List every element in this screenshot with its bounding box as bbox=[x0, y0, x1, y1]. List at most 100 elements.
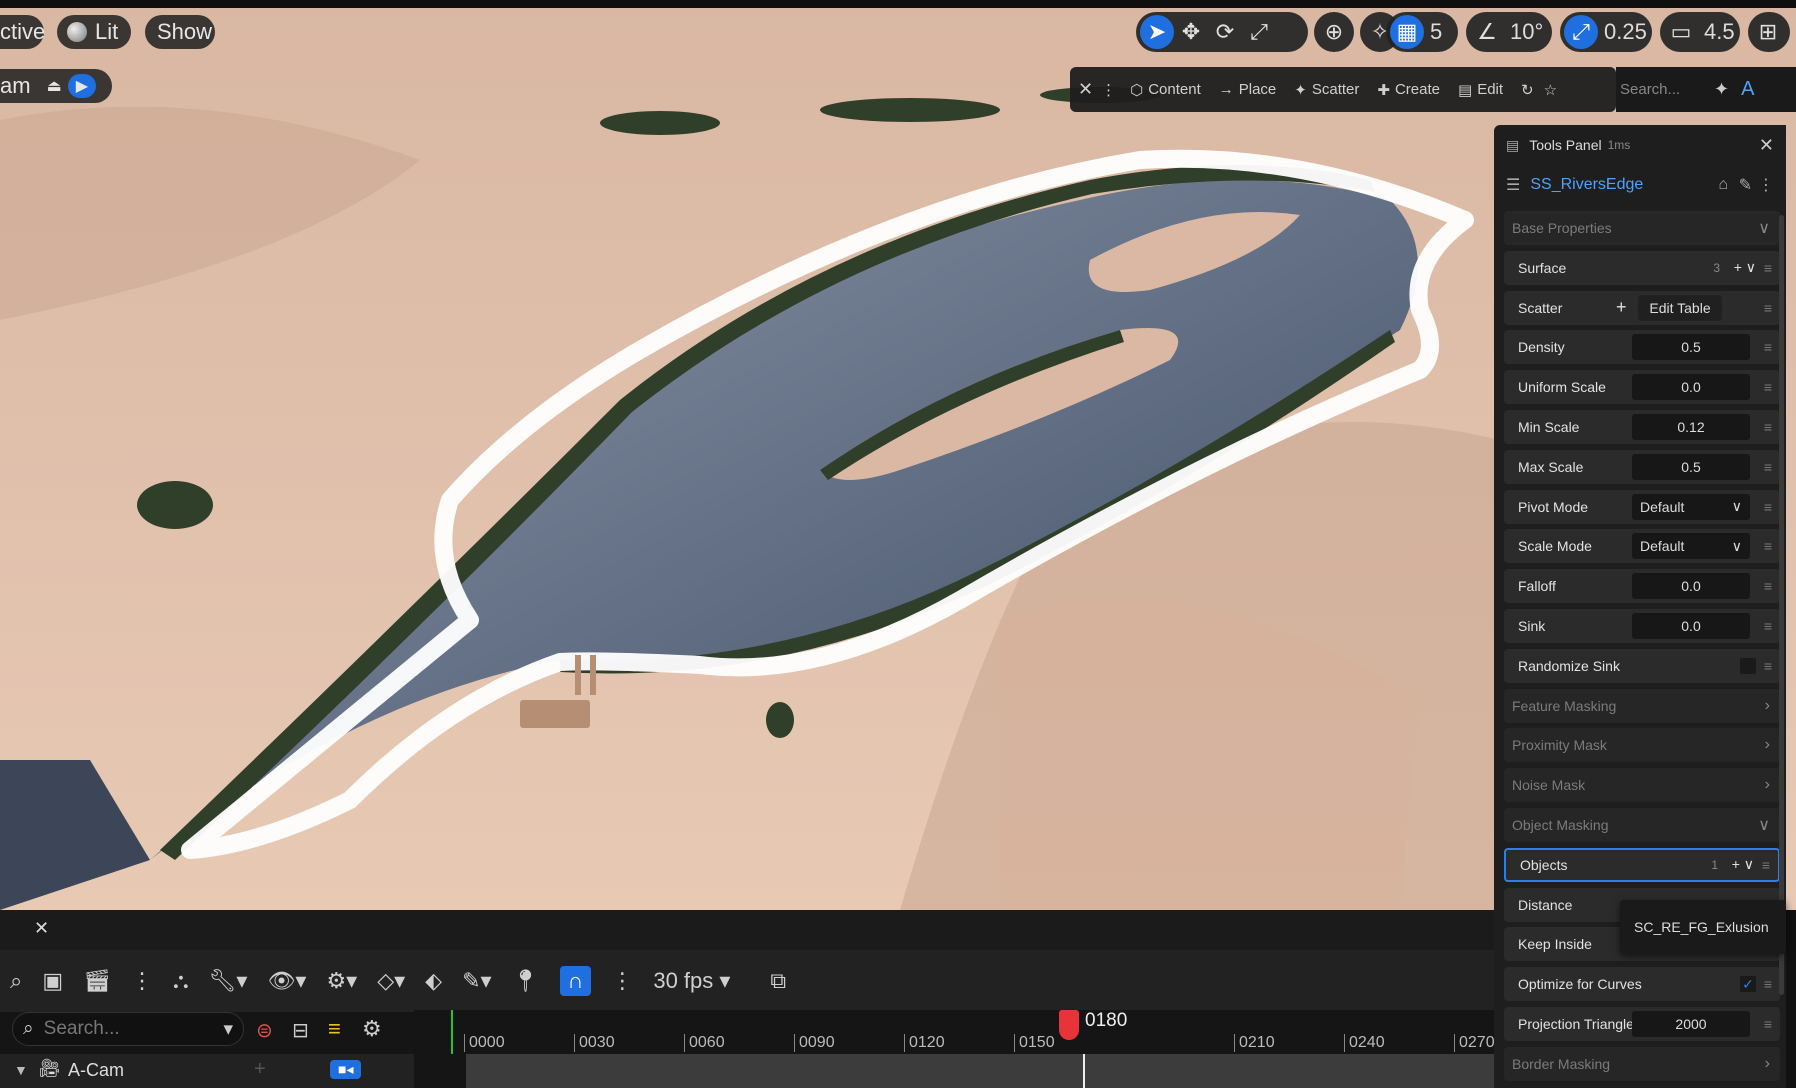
property-row-surface[interactable]: Surface 3 + ∨ ≡ bbox=[1504, 250, 1780, 285]
move-tool-icon[interactable]: ✥ bbox=[1174, 15, 1208, 49]
row-menu-icon[interactable]: ≡ bbox=[1764, 976, 1772, 992]
search-dropdown-icon[interactable]: ▾ bbox=[223, 1018, 233, 1041]
snap-magnet-icon[interactable]: ∩ bbox=[559, 966, 592, 996]
curve-editor-icon[interactable]: ⧉ bbox=[770, 968, 786, 994]
section-collapsed-chevron-icon[interactable]: › bbox=[1765, 1055, 1770, 1073]
rotate-tool-icon[interactable]: ⟳ bbox=[1208, 15, 1242, 49]
row-menu-icon[interactable]: ≡ bbox=[1764, 618, 1772, 634]
expand-chevron-icon[interactable]: ▼ bbox=[14, 1062, 28, 1078]
key-interp-icon[interactable]: ⬖ bbox=[425, 968, 442, 994]
more-options-icon[interactable]: ⋮ bbox=[1101, 81, 1116, 99]
camera-icon[interactable]: ▶ bbox=[67, 74, 96, 98]
numeric-field[interactable]: 0.0 bbox=[1632, 374, 1750, 401]
asset-menu-icon[interactable]: ⋮ bbox=[1758, 175, 1774, 195]
place-menu[interactable]: → Place bbox=[1219, 81, 1277, 98]
row-menu-icon[interactable]: ≡ bbox=[1764, 1016, 1772, 1032]
camera-pill[interactable]: am ⏏ ▶ bbox=[0, 69, 112, 103]
add-element-icon[interactable]: + ∨ bbox=[1734, 259, 1756, 276]
context-search-input[interactable]: Search... ✦ A bbox=[1616, 67, 1796, 112]
pin-icon[interactable]: ✎ bbox=[1739, 175, 1752, 195]
section-collapsed-chevron-icon[interactable]: › bbox=[1765, 776, 1770, 794]
property-row-uniform-scale[interactable]: Uniform Scale 0.0 ≡ bbox=[1504, 370, 1780, 405]
property-row-randomize-sink[interactable]: Randomize Sink ≡ bbox=[1504, 648, 1780, 683]
property-row-border-masking[interactable]: Border Masking › bbox=[1504, 1046, 1780, 1081]
checkbox[interactable] bbox=[1740, 657, 1756, 674]
property-row-optimize-for-curves[interactable]: Optimize for Curves ✓ ≡ bbox=[1504, 967, 1780, 1002]
settings-gear-icon[interactable]: ⚙ bbox=[362, 1016, 382, 1042]
dropdown-field[interactable]: Default ∨ bbox=[1632, 493, 1750, 520]
popup-object-item[interactable]: SC_RE_FG_Exlusion bbox=[1634, 919, 1769, 935]
camera-add-icon[interactable]: ▣ bbox=[42, 968, 63, 994]
row-menu-icon[interactable]: ≡ bbox=[1764, 499, 1772, 515]
scale-snap-icon[interactable]: ⤢ bbox=[1564, 15, 1598, 49]
camera-cut-icon[interactable]: ■◂ bbox=[330, 1060, 362, 1079]
menu-lines-icon[interactable]: ≡ bbox=[328, 1016, 341, 1042]
scale-snap-value[interactable]: 0.25 bbox=[1598, 19, 1653, 45]
favorite-star-icon[interactable]: ☆ bbox=[1544, 81, 1557, 99]
property-row-objects[interactable]: Objects 1 + ∨ ≡ bbox=[1504, 847, 1780, 882]
eject-icon[interactable]: ⏏ bbox=[47, 76, 62, 96]
layers-icon[interactable]: ⊟ bbox=[292, 1018, 309, 1043]
row-menu-icon[interactable]: ≡ bbox=[1764, 658, 1772, 674]
property-row-pivot-mode[interactable]: Pivot Mode Default ∨ ≡ bbox=[1504, 489, 1780, 524]
track-row-header[interactable]: ▼ 🎥︎ A-Cam + ■◂ bbox=[0, 1054, 414, 1088]
view-eye-icon[interactable]: 👁︎▾ bbox=[267, 968, 306, 994]
angle-snap-value[interactable]: 10° bbox=[1504, 19, 1549, 45]
property-row-scale-mode[interactable]: Scale Mode Default ∨ ≡ bbox=[1504, 529, 1780, 564]
row-menu-icon[interactable]: ≡ bbox=[1764, 538, 1772, 554]
close-icon[interactable]: ✕ bbox=[1078, 79, 1093, 100]
browse-asset-icon[interactable]: ⌂ bbox=[1718, 176, 1728, 194]
timeline-ruler[interactable]: 0000 0030 0060 0090 0120 0150 0210 0240 0270 018… bbox=[414, 1010, 1495, 1054]
asset-row[interactable]: ☰ SS_RiversEdge ⌂ ✎ ⋮ bbox=[1494, 165, 1786, 205]
actor-tree-icon[interactable]: ⛬ bbox=[173, 968, 188, 994]
numeric-field[interactable]: 0.5 bbox=[1632, 453, 1750, 480]
playhead[interactable]: 0180 bbox=[1059, 1010, 1127, 1054]
property-row-projection-triangles[interactable]: Projection Triangles 2000 ≡ bbox=[1504, 1007, 1780, 1041]
property-row-falloff[interactable]: Falloff 0.0 ≡ bbox=[1504, 569, 1780, 604]
grid-snap-value[interactable]: 5 bbox=[1424, 19, 1448, 45]
section-expanded-chevron-icon[interactable]: ∨ bbox=[1758, 815, 1770, 835]
angle-snap-icon[interactable]: ∠ bbox=[1470, 15, 1504, 49]
key-diamond-icon[interactable]: ◇▾ bbox=[377, 968, 405, 994]
marker-pin-icon[interactable]: 📍︎ bbox=[512, 968, 540, 994]
row-menu-icon[interactable]: ≡ bbox=[1764, 578, 1772, 594]
modeling-tools-icon[interactable]: A bbox=[1741, 78, 1754, 101]
lit-button[interactable]: Lit bbox=[57, 15, 131, 49]
grid-snap-icon[interactable]: ▦ bbox=[1390, 15, 1424, 49]
wrench-settings-icon[interactable]: 🔧︎▾ bbox=[208, 968, 247, 994]
edit-pen-icon[interactable]: ✎▾ bbox=[462, 968, 491, 994]
view-mode-pill[interactable]: ctive bbox=[0, 15, 45, 49]
property-row-scatter[interactable]: Scatter + Edit Table ≡ bbox=[1504, 290, 1780, 325]
row-menu-icon[interactable]: ≡ bbox=[1764, 419, 1772, 435]
add-track-icon[interactable]: ⊜ bbox=[256, 1018, 273, 1043]
numeric-field[interactable]: 0.0 bbox=[1632, 573, 1750, 600]
scale-tool-icon[interactable]: ⤢ bbox=[1242, 15, 1276, 49]
numeric-field[interactable]: 0.0 bbox=[1632, 613, 1750, 639]
camera-speed-group[interactable]: ▭ 4.5 bbox=[1660, 12, 1740, 52]
content-menu[interactable]: ⬡ Content bbox=[1130, 81, 1201, 99]
world-globe-icon[interactable]: ⊕ bbox=[1317, 15, 1351, 49]
show-button[interactable]: Show bbox=[145, 15, 215, 49]
property-row-min-scale[interactable]: Min Scale 0.12 ≡ bbox=[1504, 410, 1780, 444]
track-lane[interactable] bbox=[466, 1054, 1494, 1088]
layout-button[interactable]: ⊞ bbox=[1748, 12, 1790, 52]
fps-dropdown[interactable]: 30 fps ▾ bbox=[653, 968, 730, 994]
checkbox[interactable]: ✓ bbox=[1740, 976, 1756, 993]
sparkle-icon[interactable]: ✦ bbox=[1714, 79, 1729, 100]
sequencer-close-icon[interactable]: ✕ bbox=[34, 918, 49, 939]
object-picker-popup[interactable]: SC_RE_FG_Exlusion bbox=[1620, 900, 1786, 954]
scatter-menu[interactable]: ✦ Scatter bbox=[1294, 81, 1359, 99]
panel-scrollbar[interactable] bbox=[1779, 215, 1784, 995]
section-collapsed-chevron-icon[interactable]: › bbox=[1765, 697, 1770, 715]
property-row-sink[interactable]: Sink 0.0 ≡ bbox=[1504, 609, 1780, 643]
property-row-noise-mask[interactable]: Noise Mask › bbox=[1504, 768, 1780, 803]
create-menu[interactable]: ✚ Create bbox=[1377, 81, 1440, 99]
property-row-feature-masking[interactable]: Feature Masking › bbox=[1504, 688, 1780, 723]
edit-table-button[interactable]: Edit Table bbox=[1638, 294, 1722, 321]
property-row-proximity-mask[interactable]: Proximity Mask › bbox=[1504, 728, 1780, 763]
dropdown-field[interactable]: Default ∨ bbox=[1632, 533, 1750, 560]
toolbar-more-icon[interactable]: ⋮ bbox=[131, 968, 153, 994]
snap-more-icon[interactable]: ⋮ bbox=[611, 968, 633, 994]
property-row-object-masking[interactable]: Object Masking ∨ bbox=[1504, 808, 1780, 842]
property-row-density[interactable]: Density 0.5 ≡ bbox=[1504, 330, 1780, 365]
